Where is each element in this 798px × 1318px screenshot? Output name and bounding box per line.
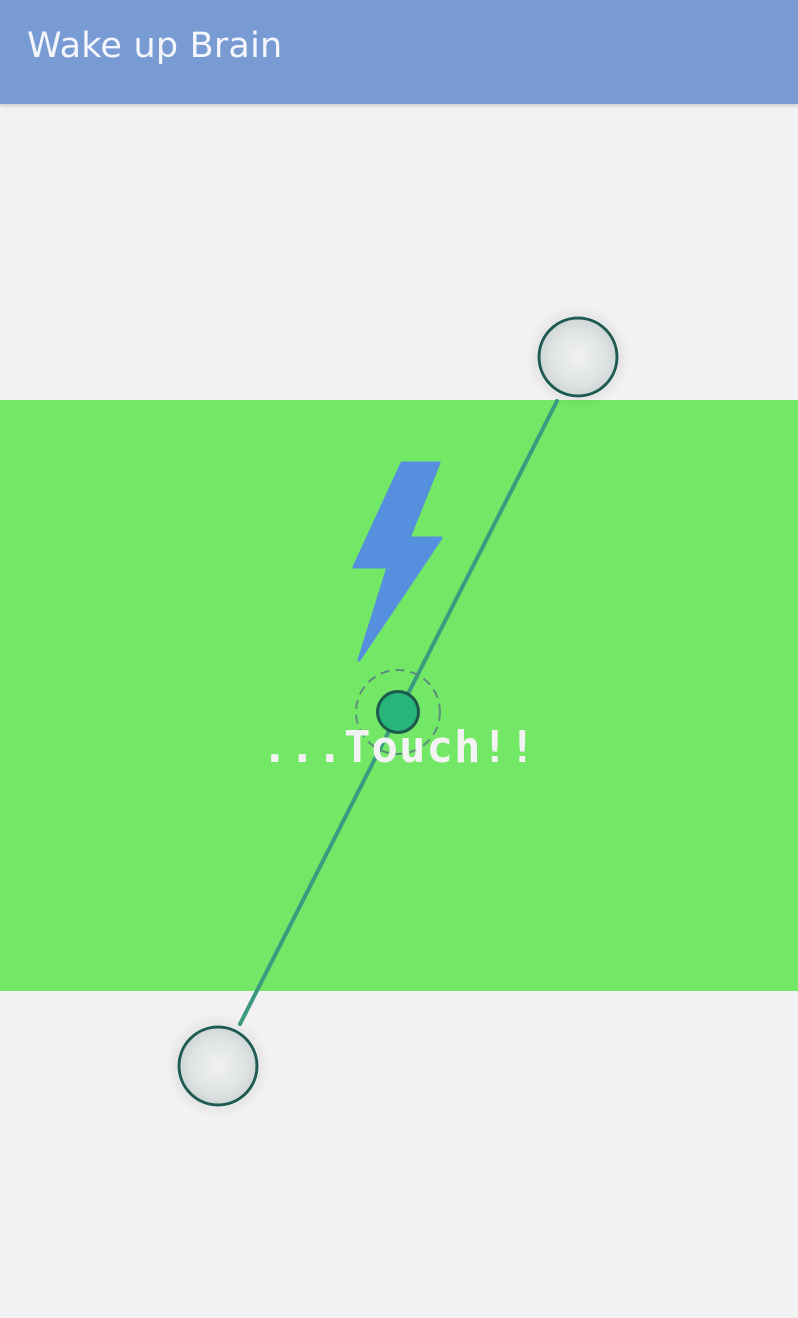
- touch-label: ...Touch!!: [261, 722, 537, 773]
- app-screen: Wake up Brain ...Touch!!: [0, 0, 798, 1318]
- top-drag-handle[interactable]: [526, 305, 630, 409]
- bottom-drag-handle[interactable]: [166, 1014, 270, 1118]
- lightning-bolt-icon: [352, 461, 443, 662]
- gesture-overlay: [166, 305, 630, 1118]
